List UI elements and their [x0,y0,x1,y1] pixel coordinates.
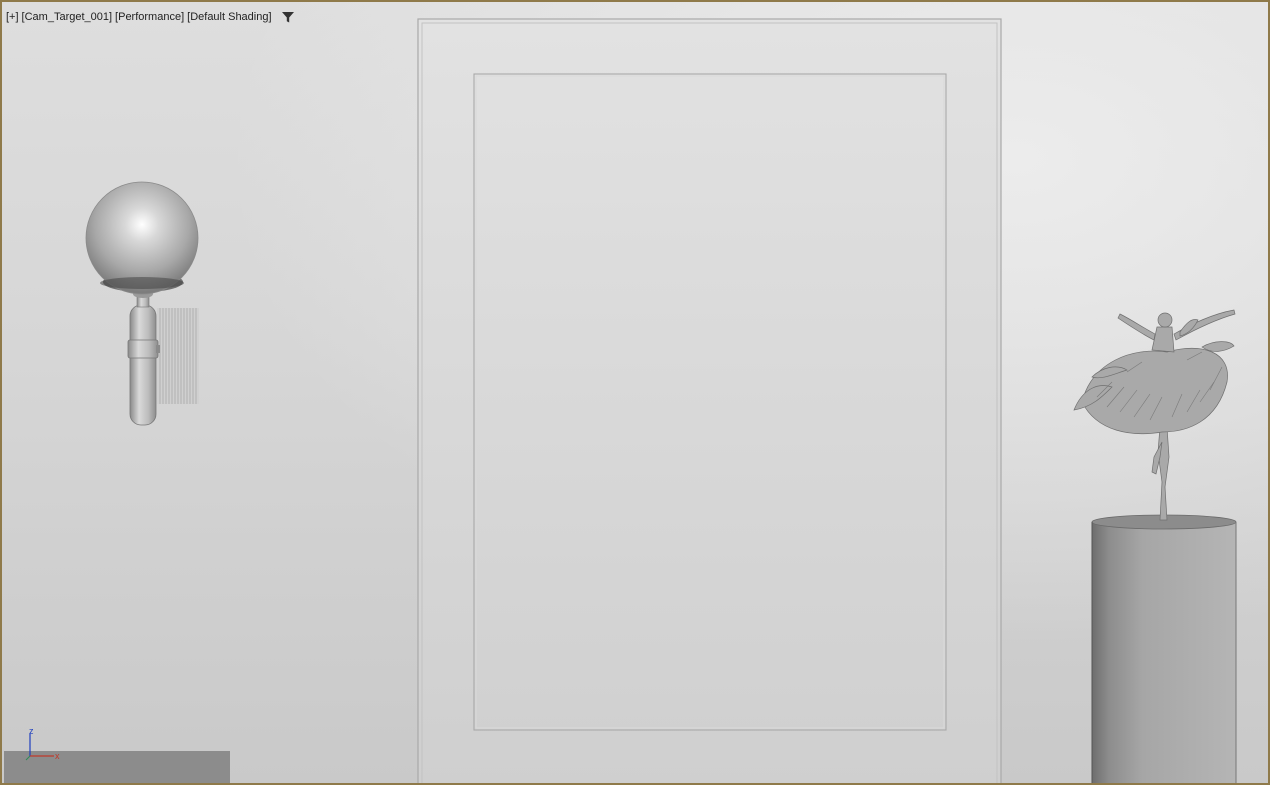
viewport-general-menu[interactable]: [+] [6,11,19,23]
axis-x-label: x [55,751,60,761]
viewport-performance-menu[interactable]: [Performance] [115,11,184,23]
cylinder-pedestal[interactable] [1091,514,1237,785]
door-panel[interactable] [417,18,1002,785]
ballerina-sculpture[interactable] [1073,309,1236,521]
axis-z-label: z [29,726,34,736]
3d-viewport[interactable]: [+] [Cam_Target_001] [Performance] [Defa… [0,0,1270,785]
axis-tripod-icon: z x [25,726,60,761]
scene-canvas [85,18,1237,785]
wall-sconce-lamp[interactable] [85,181,199,426]
viewport-shading-menu[interactable]: [Default Shading] [187,11,271,23]
funnel-icon[interactable] [281,10,295,24]
viewport-camera-menu[interactable]: [Cam_Target_001] [22,11,113,23]
viewport-label-menu[interactable]: [+] [Cam_Target_001] [Performance] [Defa… [6,9,295,25]
